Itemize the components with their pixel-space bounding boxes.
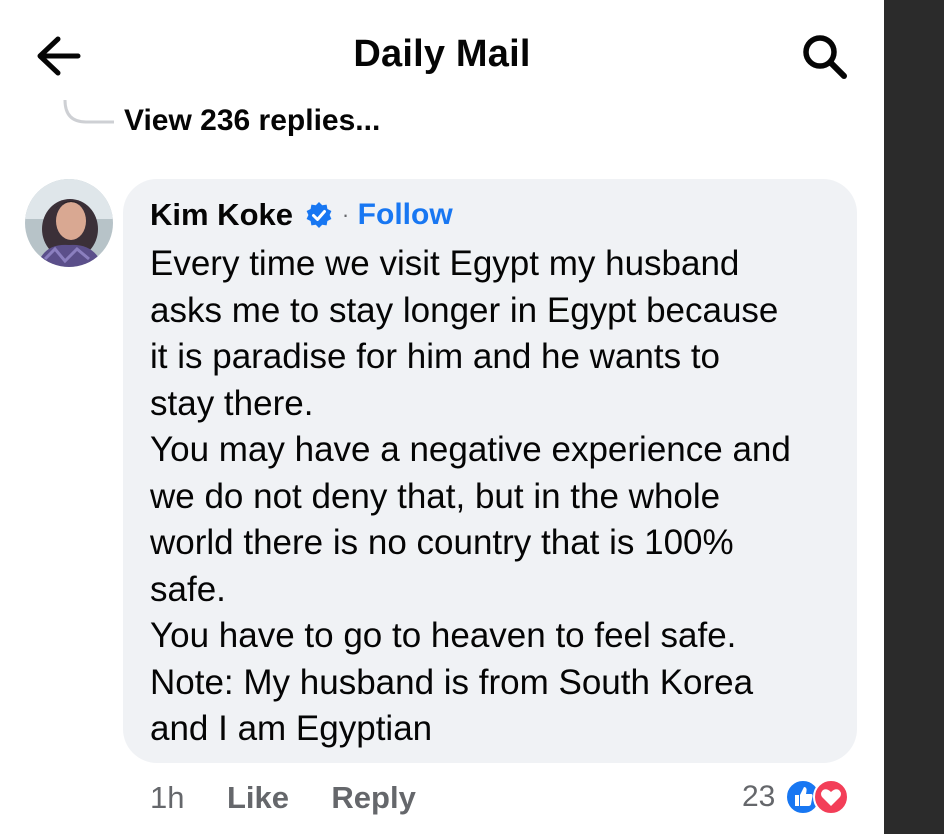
comment-line: stay there. — [150, 383, 314, 423]
page-title: Daily Mail — [353, 33, 531, 75]
author-name[interactable]: Kim Koke — [150, 197, 293, 232]
comment-bubble: Kim Koke · Follow Every time we visit Eg… — [123, 179, 857, 763]
comment-actions: 1h Like Reply — [150, 780, 454, 820]
comment-header: Kim Koke · Follow — [150, 197, 453, 237]
thread-connector — [63, 99, 114, 124]
comment-text: Every time we visit Egypt my husband ask… — [150, 241, 840, 753]
comment-line: world there is no country that is 100% — [150, 523, 734, 562]
search-button[interactable] — [800, 32, 850, 80]
love-reaction-icon — [812, 779, 849, 815]
verified-badge-icon — [307, 202, 332, 228]
comment-line: You may have a negative experience and — [150, 430, 791, 469]
avatar-image — [25, 179, 113, 267]
search-icon — [803, 35, 847, 79]
reaction-icons — [780, 778, 850, 816]
like-button[interactable]: Like — [227, 780, 289, 816]
top-bar: Daily Mail — [0, 0, 884, 110]
comment-timestamp: 1h — [150, 780, 185, 815]
comment-line: You have to go to heaven to feel safe. — [150, 616, 737, 655]
comment-line: asks me to stay longer in Egypt because — [150, 290, 779, 330]
follow-button[interactable]: Follow — [358, 198, 453, 231]
comment-line: Every time we visit Egypt my husband — [150, 244, 740, 283]
comment-line: Note: My husband is from South Korea — [150, 662, 754, 702]
comment-line: we do not deny that, but in the whole — [150, 476, 721, 516]
comment-line: and I am Egyptian — [150, 709, 433, 748]
view-replies-link[interactable]: View 236 replies... — [124, 104, 380, 138]
background-edge — [884, 0, 944, 834]
separator-dot: · — [341, 202, 350, 227]
reaction-summary[interactable]: 23 — [742, 778, 850, 818]
avatar[interactable] — [25, 179, 113, 267]
comment-line: safe. — [150, 569, 226, 609]
app-screen: Daily Mail View 236 replies... Kim Koke — [0, 0, 884, 834]
reaction-count: 23 — [742, 780, 776, 813]
reply-button[interactable]: Reply — [331, 780, 415, 816]
comment-line: it is paradise for him and he wants to — [150, 337, 721, 376]
